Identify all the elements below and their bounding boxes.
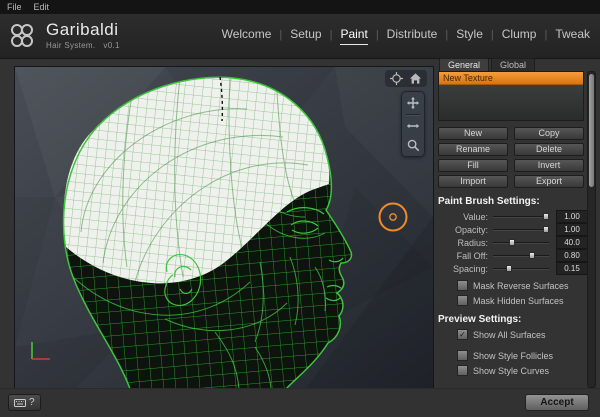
app-title: Garibaldi — [46, 20, 119, 39]
accept-button[interactable]: Accept — [525, 394, 589, 411]
title-block: Garibaldi Hair System. v0.1 — [46, 20, 120, 50]
settings-panel: General Global New Texture New Copy Rename D… — [438, 58, 596, 388]
texture-list[interactable]: New Texture — [438, 71, 584, 121]
pan-icon[interactable] — [405, 95, 421, 111]
radius-label: Radius: — [457, 237, 488, 248]
header: Garibaldi Hair System. v0.1 Welcome | Setup… — [0, 14, 600, 59]
opacity-slider-handle[interactable] — [543, 226, 550, 233]
value-label: Value: — [463, 211, 488, 222]
brush-sliders: Value: 1.00 Opacity: 1.00 Radius: 40.0 Fall Of… — [438, 210, 596, 275]
mask-hidden-surfaces-checkbox[interactable] — [457, 295, 468, 306]
show-style-follicles-label: Show Style Follicles — [473, 350, 554, 361]
garibaldi-logo-icon — [11, 23, 37, 49]
panel-tab-global[interactable]: Global — [491, 58, 536, 71]
viewport-toolbar — [401, 91, 425, 157]
fall-off-value[interactable]: 0.80 — [556, 249, 588, 262]
zoom-icon[interactable] — [405, 137, 421, 153]
panel-scrollbar[interactable] — [587, 71, 596, 388]
show-all-surfaces-label: Show All Surfaces — [473, 329, 546, 340]
nav-tab-style[interactable]: Style — [456, 27, 483, 45]
nav-separator: | — [279, 28, 283, 41]
app-window: File Edit Garibaldi Hair System. v0.1 Welc… — [0, 0, 600, 417]
menu-file[interactable]: File — [7, 2, 22, 12]
show-style-follicles-checkbox[interactable] — [457, 350, 468, 361]
invert-button[interactable]: Invert — [514, 159, 584, 172]
menu-edit[interactable]: Edit — [34, 2, 50, 12]
fall-off-slider[interactable] — [493, 251, 549, 260]
nav-separator: | — [445, 28, 449, 41]
export-button[interactable]: Export — [514, 175, 584, 188]
show-all-surfaces-checkbox[interactable]: ✓ — [457, 329, 468, 340]
spacing-label: Spacing: — [452, 263, 488, 274]
home-icon[interactable] — [409, 72, 422, 85]
nav-tab-distribute[interactable]: Distribute — [387, 27, 438, 45]
value-slider[interactable] — [493, 212, 550, 221]
nav-tab-paint[interactable]: Paint — [340, 27, 368, 45]
viewport-corner-tools — [385, 70, 427, 87]
fill-button[interactable]: Fill — [438, 159, 508, 172]
radius-slider[interactable] — [493, 238, 549, 247]
footer-bar: ? Accept — [0, 388, 600, 417]
nav-separator: | — [375, 28, 379, 41]
radius-slider-handle[interactable] — [509, 239, 516, 246]
mask-hidden-surfaces-label: Mask Hidden Surfaces — [473, 295, 564, 306]
track-icon[interactable] — [405, 118, 421, 134]
mask-checkboxes: Mask Reverse Surfaces Mask Hidden Surface… — [438, 280, 596, 306]
preview-settings-title: Preview Settings: — [438, 314, 522, 325]
radius-value[interactable]: 40.0 — [556, 236, 588, 249]
keyboard-icon — [14, 398, 26, 407]
crosshair-icon[interactable] — [390, 72, 403, 85]
mask-reverse-surfaces-checkbox[interactable] — [457, 280, 468, 291]
main-nav: Welcome | Setup | Paint | Distribute | Style | Clu… — [222, 14, 590, 58]
value-value[interactable]: 1.00 — [556, 210, 588, 223]
import-button[interactable]: Import — [438, 175, 508, 188]
opacity-label: Opacity: — [454, 224, 488, 235]
new-button[interactable]: New — [438, 127, 508, 140]
nav-tab-setup[interactable]: Setup — [290, 27, 321, 45]
spacing-slider[interactable] — [493, 264, 549, 273]
texture-item-new-texture[interactable]: New Texture — [439, 72, 583, 85]
spacing-value[interactable]: 0.15 — [556, 262, 588, 275]
panel-tab-general[interactable]: General — [439, 58, 490, 71]
rename-button[interactable]: Rename — [438, 143, 508, 156]
toolbar-divider — [406, 114, 420, 115]
panel-tabs: General Global — [439, 58, 596, 71]
value-slider-handle[interactable] — [543, 213, 550, 220]
help-button-label: ? — [29, 397, 35, 408]
fall-off-slider-handle[interactable] — [529, 252, 536, 259]
nav-tab-clump[interactable]: Clump — [502, 27, 537, 45]
mask-reverse-surfaces-label: Mask Reverse Surfaces — [473, 280, 569, 291]
app-subtitle: Hair System. v0.1 — [46, 41, 120, 50]
nav-tab-welcome[interactable]: Welcome — [222, 27, 272, 45]
delete-button[interactable]: Delete — [514, 143, 584, 156]
nav-separator: | — [490, 28, 494, 41]
panel-scrollbar-thumb[interactable] — [589, 74, 594, 188]
menubar: File Edit — [0, 0, 600, 14]
opacity-slider[interactable] — [493, 225, 550, 234]
app-subtitle-text: Hair System. — [46, 41, 96, 50]
nav-separator: | — [544, 28, 548, 41]
show-style-curves-checkbox[interactable] — [457, 365, 468, 376]
nav-separator: | — [329, 28, 333, 41]
help-button[interactable]: ? — [8, 394, 41, 411]
texture-actions: New Copy Rename Delete Fill Invert Import Expor… — [438, 127, 584, 188]
preview-checkboxes: ✓ Show All Surfaces Show Style Follicles Sh… — [438, 329, 596, 376]
brush-settings-title: Paint Brush Settings: — [438, 196, 540, 207]
nav-tab-tweak[interactable]: Tweak — [555, 27, 590, 45]
show-style-curves-label: Show Style Curves — [473, 365, 550, 376]
copy-button[interactable]: Copy — [514, 127, 584, 140]
viewport-3d[interactable] — [14, 66, 434, 390]
opacity-value[interactable]: 1.00 — [556, 223, 588, 236]
scene-svg — [15, 67, 433, 389]
fall-off-label: Fall Off: — [456, 250, 488, 261]
spacing-slider-handle[interactable] — [505, 265, 512, 272]
app-version: v0.1 — [103, 41, 120, 50]
